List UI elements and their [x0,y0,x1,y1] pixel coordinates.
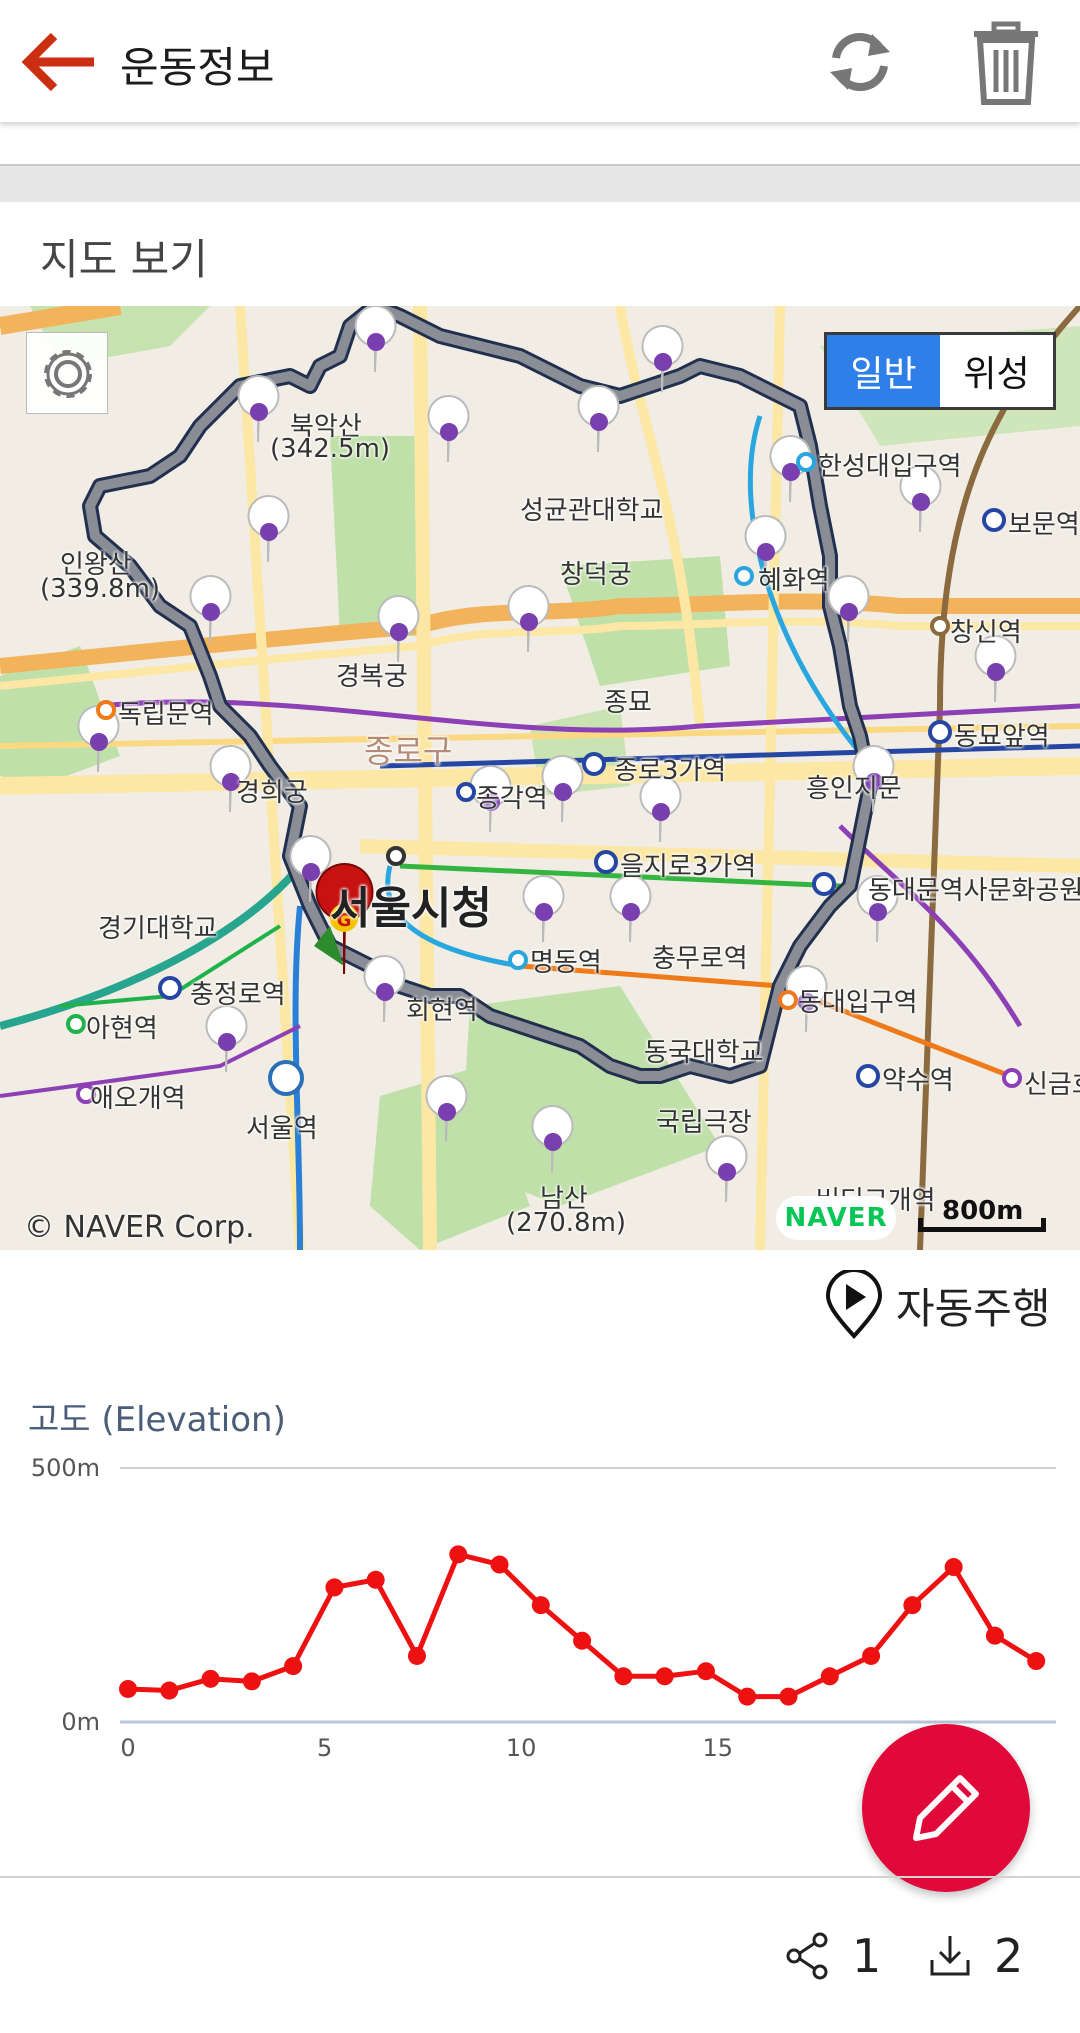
elevation-point [119,1679,137,1698]
x-tick-label: 5 [317,1734,332,1762]
elevation-point [284,1657,303,1676]
back-button[interactable] [20,30,100,94]
elevation-point [614,1667,633,1686]
auto-play-label: 자동주행 [896,1283,1051,1333]
section-divider [0,166,1080,202]
map-label: 경희궁 [236,778,308,808]
download-count: 2 [994,1929,1024,1983]
x-tick-label: 10 [506,1734,537,1762]
map-type-normal[interactable]: 일반 [827,335,940,407]
map-label: 동대문역사문화공원역 [868,876,1080,906]
map-label: 서울시청 [330,883,492,934]
map-label: 경기대학교 [98,914,218,944]
map-label: 경복궁 [336,662,408,692]
map-type-toggle[interactable]: 일반 위성 [824,332,1056,410]
arrow-left-icon [21,32,94,92]
map-label: 종묘 [604,688,652,718]
map-label: 창덕궁 [560,560,632,590]
elevation-point [985,1626,1004,1645]
elevation-point [242,1672,261,1691]
share-count: 1 [852,1929,882,1983]
map-copyright: © NAVER Corp. [24,1210,255,1245]
page-title: 운동정보 [120,43,275,92]
map-label: 성균관대학교 [520,496,664,526]
elevation-point [655,1667,674,1686]
map-label: 신금호 [1024,1070,1080,1100]
map-label: 혜화역 [758,566,830,596]
map-label: 창신역 [950,618,1022,648]
map-label: (342.5m) [270,434,391,464]
map-label: 한성대입구역 [818,452,962,482]
divider [0,1876,1080,1878]
map-label: 국립극장 [656,1108,752,1138]
elevation-point [531,1596,550,1615]
elevation-point [779,1687,798,1706]
spacer [0,122,1080,166]
map-label: 약수역 [882,1066,954,1096]
elevation-point [407,1646,426,1665]
trash-icon [974,21,1038,105]
elevation-point [903,1596,922,1615]
map-label: 동대입구역 [798,988,918,1018]
map-label: 충정로역 [190,980,286,1010]
map-label: (339.8m) [40,574,161,604]
map-section-title: 지도 보기 [40,235,208,284]
download-button[interactable]: 2 [928,1926,1023,1986]
elevation-point [862,1646,881,1665]
y-tick-label: 500m [31,1454,100,1482]
map-label: 흥인지문 [806,774,902,804]
elevation-point [449,1545,468,1564]
elevation-line [127,1551,1038,1700]
elevation-point [490,1555,509,1574]
map-scale-bar [918,1218,1046,1232]
map-label: 충무로역 [652,944,748,974]
map-label: 동국대학교 [644,1038,764,1068]
route-map[interactable]: G 북악산 (342.5m) 인왕산 (339.8m) 성균관대학교 창덕궁 경… [0,306,1080,1250]
map-label: 종각역 [476,784,548,814]
map-label: 명동역 [530,948,602,978]
auto-play-button[interactable]: 자동주행 [824,1270,1051,1340]
map-label: 서울역 [246,1114,318,1144]
delete-button[interactable] [966,18,1046,108]
x-tick-label: 0 [120,1734,135,1762]
elevation-point [820,1667,839,1686]
elevation-point [573,1631,592,1650]
map-label: (270.8m) [506,1208,627,1238]
naver-logo[interactable]: NAVER [776,1196,896,1240]
y-tick-label: 0m [61,1708,100,1736]
refresh-button[interactable] [820,22,900,102]
elevation-point [325,1578,344,1597]
map-label: 회현역 [406,996,478,1026]
app-header: 운동정보 [0,0,1080,122]
map-label: 종로3가역 [614,756,727,786]
elevation-point [366,1570,385,1589]
refresh-icon [830,32,890,92]
map-label: 종로구 [364,732,453,770]
map-settings-button[interactable] [26,332,108,414]
map-label: 보문역 [1008,510,1080,540]
share-icon [786,1932,828,1980]
play-pin-icon [825,1270,883,1339]
elevation-point [738,1687,757,1706]
map-scale: 800m [918,1196,1048,1236]
map-label: 독립문역 [118,700,214,730]
map-type-satellite[interactable]: 위성 [940,335,1053,407]
map-label: 동묘앞역 [954,722,1050,752]
elevation-point [1027,1652,1046,1671]
elevation-point [160,1681,179,1700]
map-label: 을지로3가역 [620,852,757,882]
elevation-point [201,1669,220,1688]
elevation-point [944,1558,963,1577]
pencil-icon [913,1775,979,1841]
x-tick-label: 15 [702,1734,733,1762]
elevation-point [696,1662,715,1681]
share-button[interactable]: 1 [786,1926,881,1986]
download-icon [930,1936,970,1976]
edit-fab-button[interactable] [862,1724,1030,1892]
map-label: 애오개역 [90,1084,186,1114]
map-label: 아현역 [86,1014,158,1044]
elevation-title: 고도 (Elevation) [28,1400,286,1440]
gear-icon [44,350,92,398]
